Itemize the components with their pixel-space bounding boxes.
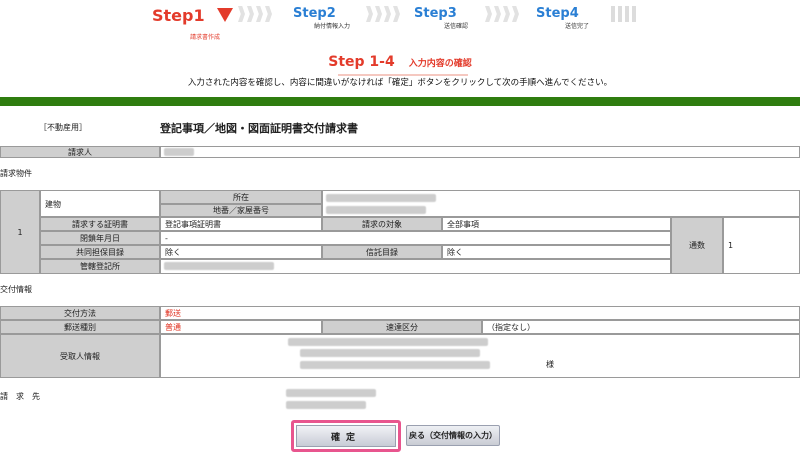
cert-value: 登記事項証明書 (160, 217, 322, 231)
step-2-sub: 納付情報入力 (314, 23, 351, 30)
mail-type-value: 普通 (160, 320, 322, 334)
blurred-recipient-line3 (300, 361, 490, 369)
step-1-label: Step1 (152, 6, 205, 25)
chevron-arrows-icon (238, 6, 274, 22)
mail-type-label: 郵送種別 (0, 320, 160, 334)
current-step-marker-icon (217, 8, 233, 22)
trust-value: 除く (442, 245, 671, 259)
lot-label: 地番／家屋番号 (160, 204, 322, 217)
property-section-label: 請求物件 (0, 169, 32, 178)
blurred-billing-line1 (286, 389, 376, 397)
recipient-label: 受取人情報 (0, 334, 160, 378)
target-label: 請求の対象 (322, 217, 442, 231)
confirm-button[interactable]: 確定 (291, 420, 401, 452)
blurred-office (164, 262, 274, 270)
step-3-sub: 送信確認 (444, 23, 469, 30)
step-2-label: Step2 (293, 6, 336, 21)
delivery-method-value: 郵送 (160, 306, 800, 320)
progress-end-icon (611, 6, 639, 22)
office-label: 管轄登記所 (40, 259, 160, 274)
joint-collateral-label: 共同担保目録 (40, 245, 160, 259)
row-number: 1 (0, 190, 40, 274)
target-value: 全部事項 (442, 217, 671, 231)
chevron-arrows-icon (485, 6, 521, 22)
closed-date-label: 閉鎖年月日 (40, 231, 160, 245)
chevron-arrows-icon (366, 6, 402, 22)
delivery-section-label: 交付情報 (0, 285, 32, 294)
form-title: 登記事項／地図・図面証明書交付請求書 (160, 122, 358, 135)
closed-date-value: - (160, 231, 671, 245)
step-1-sub: 請求書作成 (190, 34, 221, 41)
cert-label: 請求する証明書 (40, 217, 160, 231)
intro-text: 入力された内容を確認し、内容に間違いがなければ「確定」ボタンをクリックして次の手… (187, 78, 613, 88)
express-label: 速達区分 (322, 320, 482, 334)
copies-value: 1 (723, 217, 800, 274)
back-button[interactable]: 戻る（交付情報の入力） (406, 425, 500, 446)
requester-label: 請求人 (0, 146, 160, 158)
blurred-recipient-line2 (300, 349, 480, 357)
trust-label: 信託目録 (322, 245, 442, 259)
step-4-sub: 送信完了 (565, 23, 590, 30)
honorific: 様 (546, 360, 554, 369)
requester-value (160, 146, 800, 158)
blurred-lot (326, 206, 426, 214)
blurred-recipient-line1 (288, 338, 488, 346)
section-step: Step 1-4 (328, 54, 395, 70)
blurred-billing-line2 (286, 401, 366, 409)
blurred-requester (164, 148, 194, 156)
blurred-location (326, 194, 436, 202)
step-4-label: Step4 (536, 6, 579, 21)
step-3-label: Step3 (414, 6, 457, 21)
section-title: Step 1-4 入力内容の確認 (0, 54, 800, 76)
green-divider (0, 97, 800, 106)
form-category: ［不動産用］ (39, 123, 87, 132)
joint-collateral-value: 除く (160, 245, 322, 259)
section-heading: 入力内容の確認 (408, 59, 472, 69)
billing-label: 請 求 先 (0, 392, 40, 401)
delivery-method-label: 交付方法 (0, 306, 160, 320)
building-label: 建物 (40, 190, 160, 217)
copies-label: 通数 (671, 217, 723, 274)
express-value: （指定なし） (482, 320, 800, 334)
confirm-button-label[interactable]: 確定 (296, 425, 396, 447)
location-label: 所在 (160, 190, 322, 204)
